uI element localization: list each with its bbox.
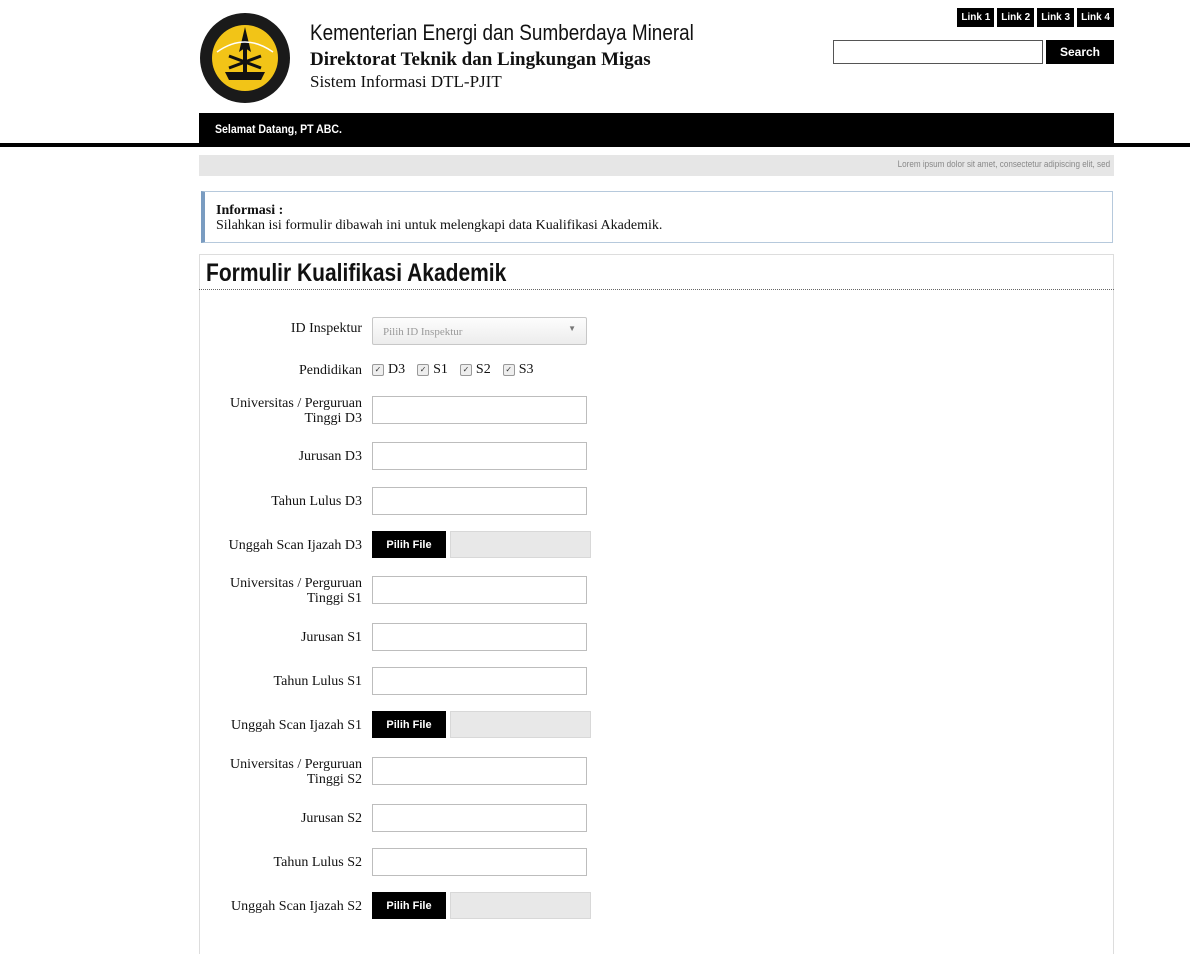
- univ-d3-input[interactable]: [372, 396, 587, 424]
- search-input[interactable]: [833, 40, 1043, 64]
- pendidikan-checks: ✓ D3 ✓ S1 ✓ S2 ✓ S3: [372, 362, 534, 378]
- univ-s1-label: Universitas / Perguruan Tinggi S1: [230, 576, 362, 606]
- check-icon: ✓: [502, 364, 515, 376]
- welcome-text: Selamat Datang, PT ABC.: [215, 122, 342, 136]
- directorate-name: Direktorat Teknik dan Lingkungan Migas: [310, 49, 651, 70]
- jurusan-d3-input[interactable]: [372, 442, 587, 470]
- top-link-4[interactable]: Link 4: [1077, 8, 1114, 27]
- welcome-bar: Selamat Datang, PT ABC.: [199, 113, 1114, 146]
- jurusan-s1-input[interactable]: [372, 623, 587, 651]
- tagline-bar: Lorem ipsum dolor sit amet, consectetur …: [199, 155, 1114, 176]
- tagline-text: Lorem ipsum dolor sit amet, consectetur …: [897, 159, 1110, 169]
- pendidikan-label: Pendidikan: [299, 363, 362, 378]
- check-icon: ✓: [372, 364, 384, 376]
- pilih-file-s1-button[interactable]: Pilih File: [372, 711, 446, 738]
- tahun-s1-input[interactable]: [372, 667, 587, 695]
- id-inspektur-label: ID Inspektur: [290, 321, 362, 336]
- pilih-file-s2-button[interactable]: Pilih File: [372, 892, 446, 919]
- info-box: Informasi : Silahkan isi formulir dibawa…: [201, 191, 1113, 243]
- id-inspektur-select[interactable]: Pilih ID Inspektur ▼: [372, 317, 587, 345]
- univ-d3-label: Universitas / Perguruan Tinggi D3: [230, 396, 362, 426]
- checkbox-s3[interactable]: ✓ S3: [502, 362, 534, 378]
- tahun-s2-label: Tahun Lulus S2: [273, 855, 362, 870]
- checkbox-s1-label: S1: [433, 362, 448, 377]
- checkbox-d3-label: D3: [388, 362, 406, 377]
- file-name-s2: [450, 892, 591, 919]
- top-link-2[interactable]: Link 2: [997, 8, 1035, 27]
- jurusan-s1-label: Jurusan S1: [300, 630, 362, 645]
- jurusan-s2-label: Jurusan S2: [300, 811, 362, 826]
- chevron-down-icon: ▼: [568, 324, 576, 333]
- file-name-d3: [450, 531, 591, 558]
- scan-s1-label: Unggah Scan Ijazah S1: [230, 718, 362, 733]
- univ-s2-input[interactable]: [372, 757, 587, 785]
- pilih-file-d3-button[interactable]: Pilih File: [372, 531, 446, 558]
- scan-d3-label: Unggah Scan Ijazah D3: [228, 538, 362, 553]
- info-title: Informasi :: [216, 203, 284, 218]
- top-link-3[interactable]: Link 3: [1037, 8, 1075, 27]
- univ-s1-input[interactable]: [372, 576, 587, 604]
- checkbox-d3[interactable]: ✓ D3: [372, 362, 405, 378]
- univ-s2-label: Universitas / Perguruan Tinggi S2: [230, 757, 362, 787]
- form-title: Formulir Kualifikasi Akademik: [206, 259, 507, 287]
- kesdm-logo: [200, 13, 290, 103]
- checkbox-s1[interactable]: ✓ S1: [417, 362, 448, 378]
- checkbox-s3-label: S3: [518, 362, 534, 377]
- search-button[interactable]: Search: [1046, 40, 1114, 64]
- scan-s2-label: Unggah Scan Ijazah S2: [230, 899, 362, 914]
- top-link-1[interactable]: Link 1: [957, 8, 995, 27]
- info-text: Silahkan isi formulir dibawah ini untuk …: [216, 218, 663, 233]
- checkbox-s2-label: S2: [475, 362, 491, 377]
- tahun-d3-label: Tahun Lulus D3: [271, 494, 362, 509]
- top-links: Link 1 Link 2 Link 3 Link 4: [957, 8, 1114, 27]
- id-inspektur-placeholder: Pilih ID Inspektur: [383, 326, 463, 338]
- check-icon: ✓: [459, 364, 472, 376]
- tahun-s1-label: Tahun Lulus S1: [273, 674, 362, 689]
- form-title-rule: [199, 289, 1114, 290]
- jurusan-d3-label: Jurusan D3: [298, 449, 362, 464]
- file-name-s1: [450, 711, 591, 738]
- tahun-s2-input[interactable]: [372, 848, 587, 876]
- system-name: Sistem Informasi DTL-PJIT: [310, 72, 502, 91]
- tahun-d3-input[interactable]: [372, 487, 587, 515]
- jurusan-s2-input[interactable]: [372, 804, 587, 832]
- org-name: Kementerian Energi dan Sumberdaya Minera…: [310, 20, 694, 45]
- check-icon: ✓: [417, 364, 430, 376]
- checkbox-s2[interactable]: ✓ S2: [459, 362, 491, 378]
